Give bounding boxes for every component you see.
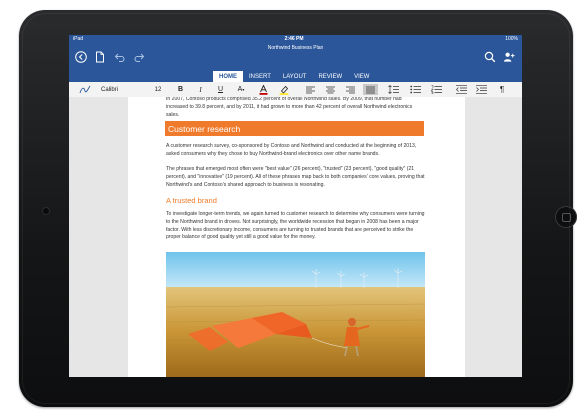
search-icon[interactable] — [484, 51, 496, 63]
font-size-field[interactable]: 12 — [153, 84, 163, 95]
tab-layout[interactable]: LAYOUT — [277, 71, 313, 82]
file-icon[interactable] — [94, 51, 106, 63]
battery-label: 100% — [505, 36, 518, 42]
carrier-label: iPad — [73, 36, 84, 42]
bullets-icon[interactable] — [409, 84, 421, 95]
photo-art — [166, 252, 425, 377]
paragraph-mark-icon[interactable]: ¶ — [497, 84, 507, 95]
font-size-adjust-icon[interactable]: A ▾ — [235, 84, 247, 95]
document-page[interactable]: In 2007, Contoso products comprised 35.2… — [128, 97, 465, 377]
bold-icon[interactable]: B — [175, 84, 186, 95]
share-person-icon[interactable] — [503, 51, 515, 63]
decrease-indent-icon[interactable] — [455, 84, 467, 95]
undo-icon[interactable] — [114, 51, 126, 63]
clock: 2:46 PM — [284, 36, 304, 42]
title-bar: Northwind Business Plan HOME INSERT LAYO… — [69, 43, 522, 82]
numbering-icon[interactable] — [430, 84, 442, 95]
body-paragraph-4: To investigate longer-term trends, we ag… — [166, 211, 425, 241]
ribbon-tabs: HOME INSERT LAYOUT REVIEW VIEW — [213, 71, 375, 82]
photo-child-kite-wheat-field[interactable] — [166, 252, 425, 377]
tab-home[interactable]: HOME — [213, 71, 243, 82]
heading-trusted-brand: A trusted brand — [166, 196, 217, 205]
home-button[interactable] — [555, 206, 577, 228]
body-paragraph-3: The phrases that emerged most often were… — [166, 166, 425, 188]
underline-icon[interactable]: U — [215, 84, 226, 95]
line-spacing-icon[interactable] — [387, 84, 399, 95]
italic-icon[interactable]: I — [195, 84, 206, 95]
align-center-icon[interactable] — [325, 84, 336, 95]
body-paragraph-1: In 2007, Contoso products comprised 35.2… — [166, 97, 413, 118]
tab-insert[interactable]: INSERT — [243, 71, 277, 82]
tab-view[interactable]: VIEW — [348, 71, 375, 82]
body-paragraph-2: A customer research survey, co-sponsored… — [166, 143, 417, 157]
back-arrow-icon[interactable] — [75, 51, 87, 63]
document-canvas[interactable]: In 2007, Contoso products comprised 35.2… — [69, 97, 522, 377]
justify-icon[interactable] — [363, 84, 378, 95]
redo-icon[interactable] — [133, 51, 145, 63]
ribbon-toolbar: Calibri 12 B I U A ▾ ¶ — [69, 82, 522, 98]
status-bar: iPad 2:46 PM 100% — [69, 35, 522, 43]
camera — [43, 208, 49, 214]
font-name-field[interactable]: Calibri — [101, 84, 135, 95]
tab-review[interactable]: REVIEW — [312, 71, 348, 82]
pen-icon[interactable] — [78, 84, 92, 95]
increase-indent-icon[interactable] — [475, 84, 487, 95]
font-color-icon[interactable] — [257, 84, 269, 95]
align-left-icon[interactable] — [305, 84, 316, 95]
screen: iPad 2:46 PM 100% Northwind Business Pla… — [69, 35, 522, 377]
heading-customer-research: Customer research — [165, 121, 424, 136]
highlight-icon[interactable] — [278, 84, 290, 95]
align-right-icon[interactable] — [345, 84, 356, 95]
